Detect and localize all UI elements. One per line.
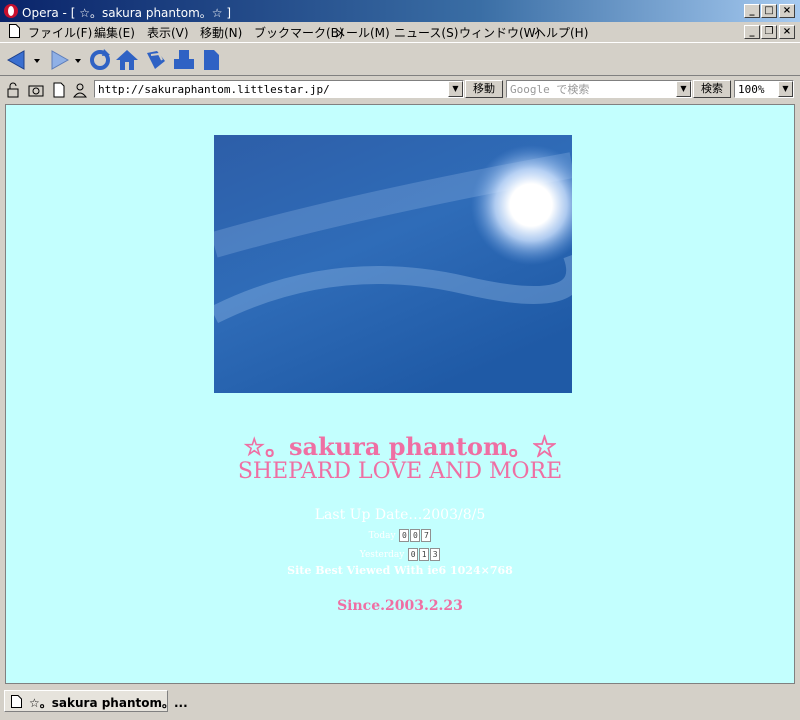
search-field[interactable]: ▼ xyxy=(506,80,692,98)
navigation-toolbar xyxy=(0,42,800,76)
address-input[interactable] xyxy=(95,81,463,97)
menu-bookmarks[interactable]: ブックマーク(B) xyxy=(254,24,344,41)
search-button[interactable]: 検索 xyxy=(693,80,731,98)
today-counter: Today 007 xyxy=(6,529,794,542)
address-dropdown-icon[interactable]: ▼ xyxy=(448,81,463,97)
sky-photo xyxy=(214,135,572,393)
menu-mail[interactable]: メール(M) xyxy=(334,24,390,41)
tab-bar: ☆。sakura phantom。... xyxy=(0,686,800,720)
mdi-minimize-button[interactable]: _ xyxy=(744,25,760,39)
today-digits: 007 xyxy=(398,529,432,542)
new-page-icon[interactable] xyxy=(198,47,224,73)
go-button[interactable]: 移動 xyxy=(465,80,503,98)
tab-label: ☆。sakura phantom。... xyxy=(29,696,188,710)
page-icon[interactable] xyxy=(51,82,67,98)
counter-digit: 1 xyxy=(419,548,430,561)
menu-view[interactable]: 表示(V) xyxy=(147,24,189,41)
zoom-field[interactable]: ▼ xyxy=(734,80,794,98)
document-icon xyxy=(9,24,20,38)
opera-logo-icon xyxy=(4,4,18,18)
page-tab[interactable]: ☆。sakura phantom。... xyxy=(4,690,188,712)
forward-arrow-icon[interactable] xyxy=(46,47,72,73)
back-history-dropdown-icon[interactable] xyxy=(33,57,41,65)
counter-digit: 0 xyxy=(399,529,410,542)
best-viewed-text: Site Best Viewed With ie6 1024×768 xyxy=(287,564,513,577)
last-update-text: Last Up Date…2003/8/5 xyxy=(314,507,486,523)
menu-help[interactable]: ヘルプ(H) xyxy=(534,24,588,41)
mdi-restore-button[interactable]: ❐ xyxy=(761,25,777,39)
home-icon[interactable] xyxy=(114,47,140,73)
since-text: Since.2003.2.23 xyxy=(337,598,463,614)
reload-icon[interactable] xyxy=(87,47,113,73)
back-arrow-icon[interactable] xyxy=(4,47,30,73)
maximize-button[interactable]: □ xyxy=(761,4,777,18)
today-label: Today xyxy=(368,531,396,541)
lock-icon[interactable] xyxy=(5,82,21,98)
minimize-button[interactable]: _ xyxy=(744,4,760,18)
mdi-close-button[interactable]: × xyxy=(779,25,795,39)
wand-icon[interactable] xyxy=(143,47,169,73)
window-title: Opera - [ ☆。sakura phantom。☆ ] xyxy=(22,6,232,20)
forward-history-dropdown-icon[interactable] xyxy=(74,57,82,65)
page-viewport: ☆。sakura phantom。☆ SHEPARD LOVE AND MORE… xyxy=(5,104,795,684)
counter-digit: 0 xyxy=(408,548,419,561)
print-icon[interactable] xyxy=(171,47,197,73)
counter-digit: 3 xyxy=(430,548,441,561)
menu-bar: ファイル(F) 編集(E) 表示(V) 移動(N) ブックマーク(B) メール(… xyxy=(0,22,800,41)
window-titlebar: Opera - [ ☆。sakura phantom。☆ ] _ □ × xyxy=(0,0,800,22)
menu-file[interactable]: ファイル(F) xyxy=(28,24,92,41)
search-engine-dropdown-icon[interactable]: ▼ xyxy=(676,81,691,97)
counter-digit: 0 xyxy=(410,529,421,542)
address-toolbar: ▼ 移動 ▼ 検索 ▼ xyxy=(0,78,800,102)
close-button[interactable]: × xyxy=(779,4,795,18)
counter-digit: 7 xyxy=(421,529,432,542)
address-field[interactable]: ▼ xyxy=(94,80,464,98)
page-icon xyxy=(11,695,22,708)
search-input[interactable] xyxy=(507,81,691,97)
menu-news[interactable]: ニュース(S) xyxy=(394,24,458,41)
menu-edit[interactable]: 編集(E) xyxy=(94,24,135,41)
user-icon[interactable] xyxy=(72,82,88,98)
site-title: ☆。sakura phantom。☆ xyxy=(243,432,557,461)
menu-window[interactable]: ウィンドウ(W) xyxy=(459,24,540,41)
yesterday-label: Yesterday xyxy=(359,550,405,560)
menu-navigation[interactable]: 移動(N) xyxy=(200,24,242,41)
camera-icon[interactable] xyxy=(28,82,44,98)
site-subtitle: SHEPARD LOVE AND MORE xyxy=(237,459,563,484)
yesterday-counter: Yesterday 013 xyxy=(6,548,794,561)
yesterday-digits: 013 xyxy=(407,548,441,561)
zoom-dropdown-icon[interactable]: ▼ xyxy=(778,81,793,97)
